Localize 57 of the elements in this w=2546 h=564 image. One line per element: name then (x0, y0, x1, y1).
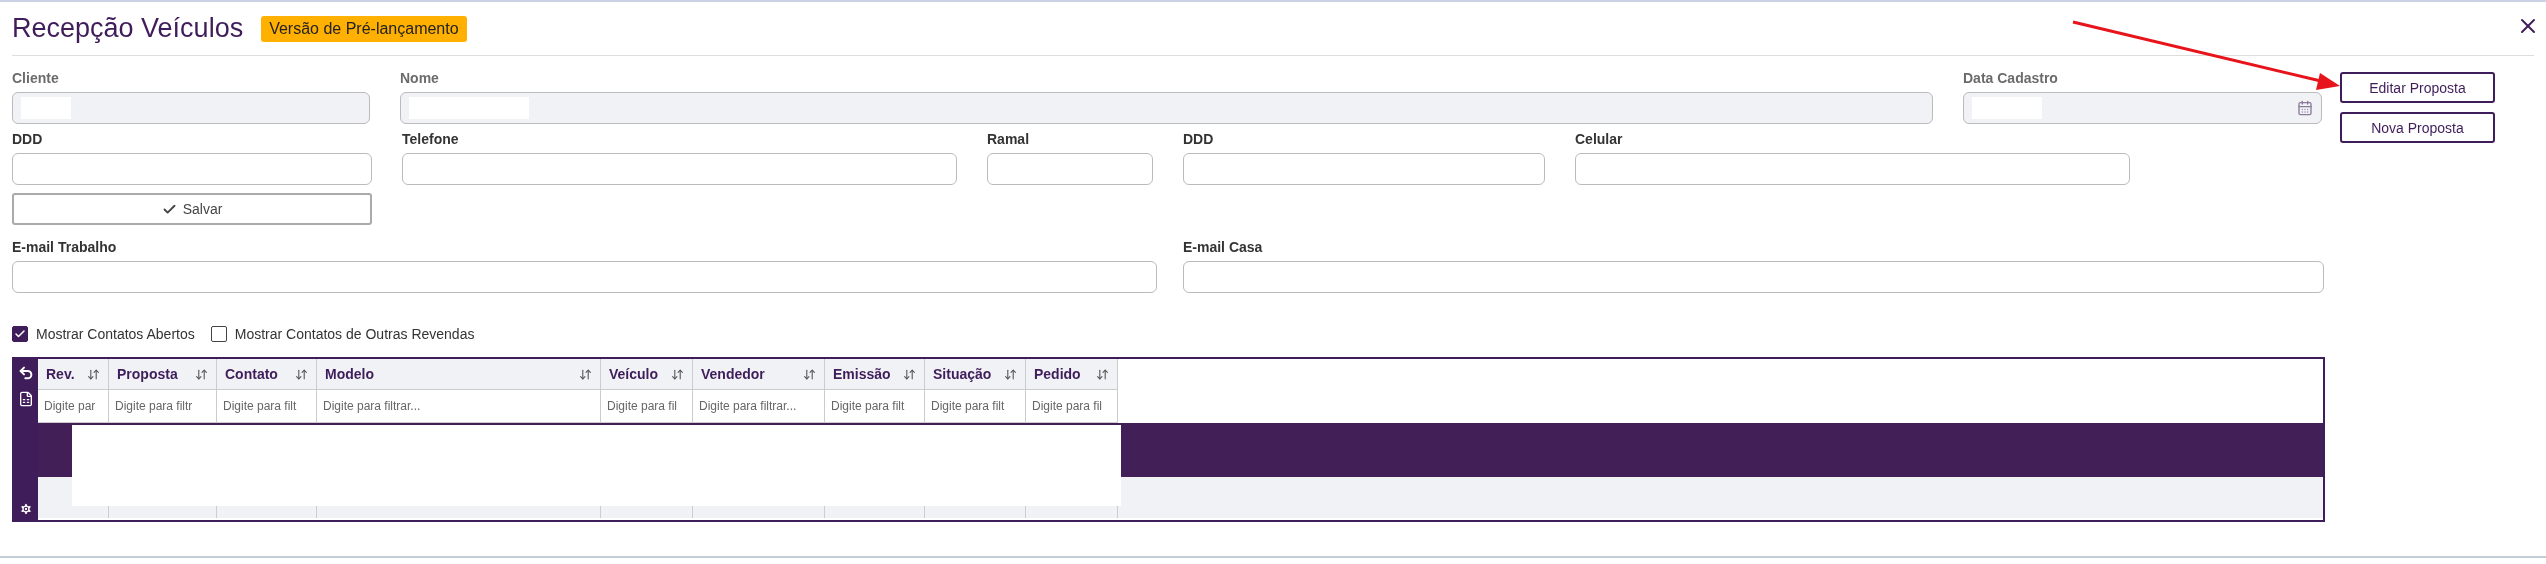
input-field[interactable] (1183, 261, 2324, 293)
field-label: DDD (1183, 131, 1215, 147)
column-header[interactable]: Pedido (1026, 359, 1118, 390)
column-header[interactable]: Proposta (109, 359, 217, 390)
column-header[interactable]: Vendedor (693, 359, 825, 390)
filter-field[interactable]: Digite par (38, 390, 109, 423)
field-label: Celular (1575, 131, 1624, 147)
proposal-button[interactable]: Nova Proposta (2340, 112, 2495, 143)
input-field[interactable] (402, 153, 957, 185)
filter-field[interactable]: Digite para fil (601, 390, 693, 423)
settings-icon[interactable] (19, 502, 33, 516)
undo-icon[interactable] (18, 365, 34, 381)
input-field[interactable] (12, 153, 372, 185)
checkbox-label[interactable]: Mostrar Contatos Abertos (36, 326, 195, 342)
spreadsheet-icon[interactable] (18, 391, 34, 407)
sort-icon[interactable] (671, 367, 684, 381)
column-header[interactable]: Veículo (601, 359, 693, 390)
sort-icon[interactable] (1004, 367, 1017, 381)
checkbox[interactable] (12, 326, 28, 342)
field-label: E-mail Casa (1183, 239, 1264, 255)
field-label: Telefone (402, 131, 460, 147)
check-icon (14, 328, 26, 340)
column-header[interactable]: Modelo (317, 359, 601, 390)
column-header[interactable]: Contato (217, 359, 317, 390)
sort-icon[interactable] (1096, 367, 1109, 381)
sort-icon[interactable] (579, 367, 592, 381)
column-header[interactable]: Situação (925, 359, 1026, 390)
filter-field[interactable]: Digite para filt (217, 390, 317, 423)
sort-icon[interactable] (295, 367, 308, 381)
sort-icon[interactable] (803, 367, 816, 381)
field-label: Cliente (12, 70, 60, 86)
filter-field[interactable]: Digite para filtrar... (693, 390, 825, 423)
sort-icon[interactable] (195, 367, 208, 381)
field-label: E-mail Trabalho (12, 239, 118, 255)
filter-field[interactable]: Digite para filt (825, 390, 925, 423)
checkbox[interactable] (210, 326, 227, 342)
version-badge: Versão de Pré-lançamento (261, 15, 467, 42)
input-field[interactable] (12, 261, 1157, 293)
input-field[interactable] (1575, 153, 2130, 185)
filter-field[interactable]: Digite para filtr (109, 390, 217, 423)
checkbox-label[interactable]: Mostrar Contatos de Outras Revendas (234, 326, 475, 342)
field-label: Data Cadastro (1963, 70, 2059, 86)
input-field[interactable] (1183, 153, 1545, 185)
page-title: Recepção Veículos (12, 13, 244, 44)
sort-icon[interactable] (87, 367, 100, 381)
proposal-button[interactable]: Editar Proposta (2340, 72, 2495, 103)
filter-field[interactable]: Digite para fil (1026, 390, 1118, 423)
filter-field[interactable]: Digite para filtrar... (317, 390, 601, 423)
filter-field[interactable]: Digite para filt (925, 390, 1026, 423)
field-label: Ramal (987, 131, 1031, 147)
column-header[interactable]: Emissão (825, 359, 925, 390)
field-label: DDD (12, 131, 44, 147)
sort-icon[interactable] (903, 367, 916, 381)
column-header[interactable]: Rev. (38, 359, 109, 390)
save-button[interactable]: Salvar (12, 193, 372, 225)
field-label: Nome (400, 70, 440, 86)
input-field[interactable] (987, 153, 1153, 185)
